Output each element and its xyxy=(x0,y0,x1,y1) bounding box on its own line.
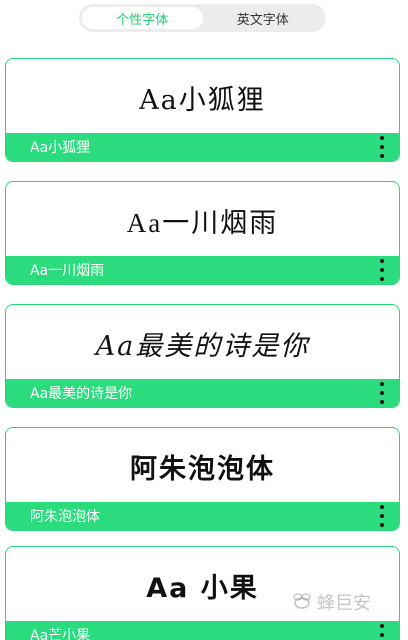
font-name: 阿朱泡泡体 xyxy=(30,509,100,525)
font-preview: Aa小狐狸 xyxy=(139,84,266,116)
bee-logo-icon xyxy=(293,593,311,609)
font-name-bar: Aa最美的诗是你 xyxy=(6,379,399,407)
watermark-text: 蜂巨安 xyxy=(317,593,371,614)
font-name: Aa小狐狸 xyxy=(30,140,91,156)
watermark: 蜂巨安 xyxy=(291,589,371,615)
font-name-bar: 阿朱泡泡体 xyxy=(6,502,399,530)
tab-english-fonts[interactable]: 英文字体 xyxy=(203,7,324,29)
font-card[interactable]: Aa 小果 蜂巨安 Aa芒小果 xyxy=(5,546,400,640)
more-options-icon[interactable] xyxy=(377,382,387,404)
font-card[interactable]: Aa最美的诗是你 Aa最美的诗是你 xyxy=(5,304,400,408)
more-options-icon[interactable] xyxy=(377,624,387,640)
font-name: Aa一川烟雨 xyxy=(30,263,105,279)
font-preview: Aa一川烟雨 xyxy=(126,207,279,238)
more-options-icon[interactable] xyxy=(377,505,387,527)
more-options-icon[interactable] xyxy=(377,259,387,281)
tab-personal-fonts[interactable]: 个性字体 xyxy=(82,7,203,29)
font-name-bar: Aa一川烟雨 xyxy=(6,256,399,284)
more-options-icon[interactable] xyxy=(377,136,387,158)
font-card[interactable]: 阿朱泡泡体 阿朱泡泡体 xyxy=(5,427,400,531)
font-preview: 阿朱泡泡体 xyxy=(130,453,275,485)
font-card[interactable]: Aa小狐狸 Aa小狐狸 xyxy=(5,58,400,162)
font-category-tabs: 个性字体 英文字体 xyxy=(79,4,326,32)
font-name-bar: Aa芒小果 xyxy=(6,621,399,640)
font-name: Aa芒小果 xyxy=(30,628,91,640)
font-card[interactable]: Aa一川烟雨 Aa一川烟雨 xyxy=(5,181,400,285)
font-name-bar: Aa小狐狸 xyxy=(6,133,399,161)
font-preview: Aa最美的诗是你 xyxy=(95,330,310,362)
font-name: Aa最美的诗是你 xyxy=(30,386,133,402)
